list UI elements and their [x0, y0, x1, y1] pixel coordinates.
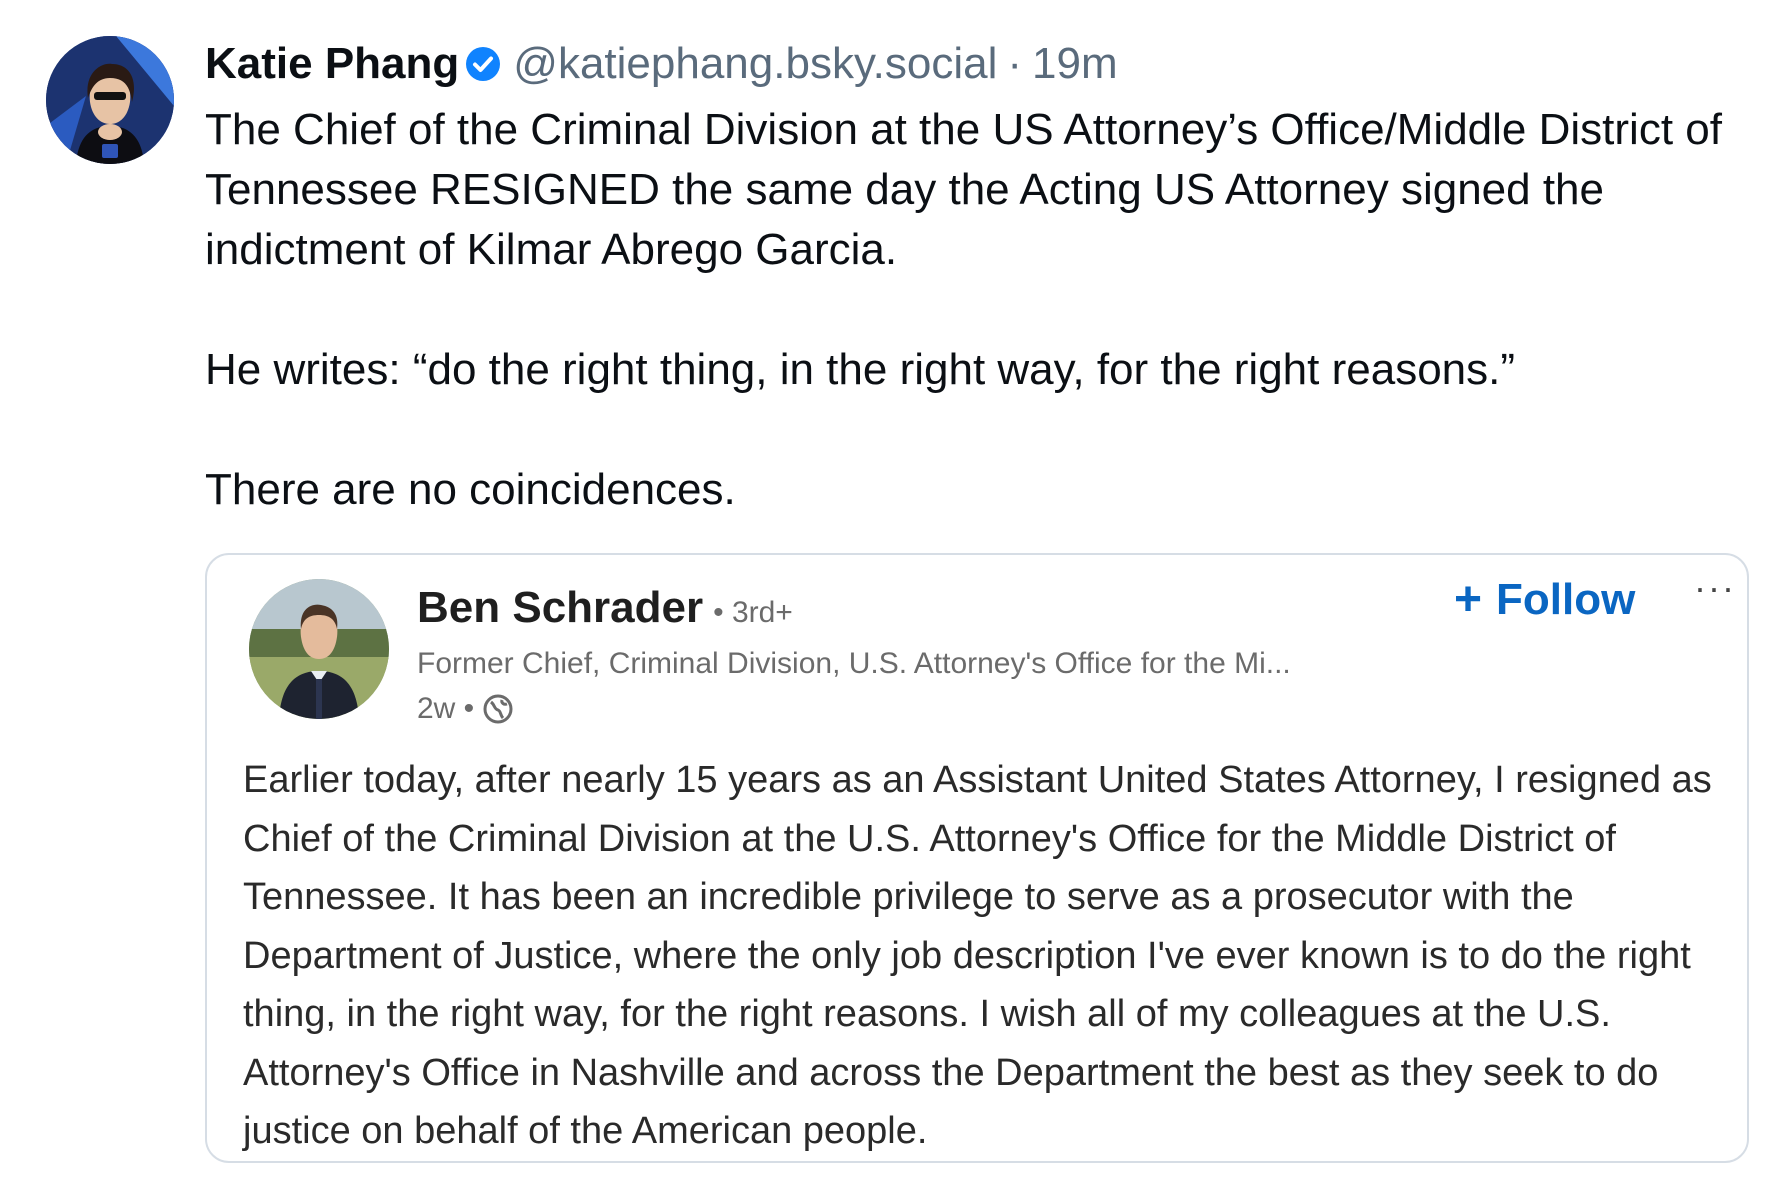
post-paragraph: He writes: “do the right thing, in the r… — [205, 345, 1516, 394]
linkedin-author-name: Ben Schrader — [417, 583, 704, 632]
plus-icon: + — [1454, 573, 1483, 626]
post-paragraph: The Chief of the Criminal Division at th… — [205, 105, 1722, 274]
embedded-image[interactable]: Ben Schrader • 3rd+ Former Chief, Crimin… — [205, 553, 1749, 1163]
linkedin-name-row: Ben Schrader • 3rd+ — [417, 583, 793, 633]
linkedin-post-body: Earlier today, after nearly 15 years as … — [243, 759, 1712, 1152]
author-display-name[interactable]: Katie Phang — [205, 39, 459, 89]
linkedin-follow-button: + Follow — [1454, 575, 1635, 625]
verified-check-icon — [465, 46, 501, 82]
follow-label: Follow — [1496, 575, 1636, 624]
linkedin-avatar — [249, 579, 389, 719]
linkedin-avatar-image — [249, 579, 389, 719]
linkedin-meta: 2w • — [417, 692, 514, 726]
author-handle[interactable]: @katiephang.bsky.social — [513, 39, 997, 89]
more-dots-icon: ··· — [1694, 567, 1736, 608]
post-text: The Chief of the Criminal Division at th… — [205, 100, 1745, 520]
connection-degree: • 3rd+ — [713, 596, 793, 629]
author-avatar[interactable] — [46, 36, 174, 164]
post-paragraph: There are no coincidences. — [205, 465, 736, 514]
post-header: Katie Phang @katiephang.bsky.social · 19… — [205, 34, 1118, 94]
post: Katie Phang @katiephang.bsky.social · 19… — [0, 0, 1784, 1184]
avatar-image — [46, 36, 174, 164]
linkedin-headline: Former Chief, Criminal Division, U.S. At… — [417, 647, 1291, 680]
globe-icon — [482, 693, 514, 725]
post-time[interactable]: 19m — [1032, 39, 1118, 89]
linkedin-age: 2w • — [417, 692, 475, 725]
separator: · — [1007, 39, 1023, 88]
